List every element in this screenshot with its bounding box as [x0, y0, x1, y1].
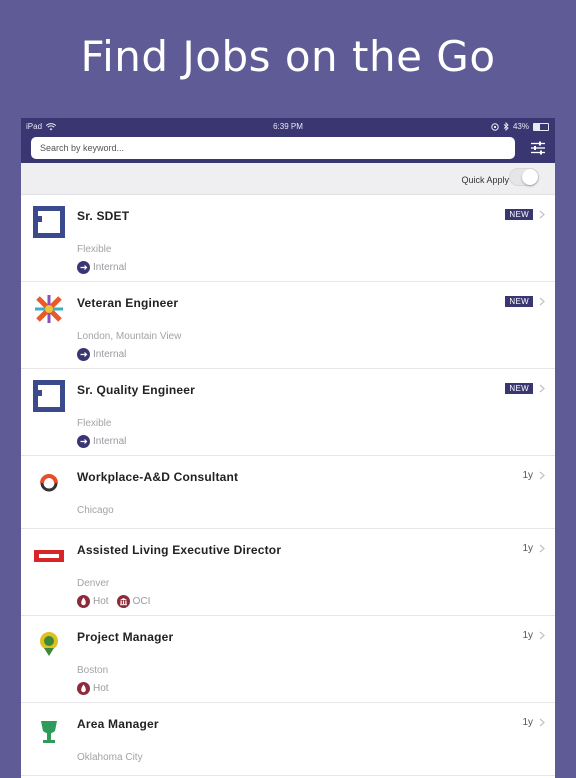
- status-bar: iPad 6:39 PM 43%: [21, 118, 555, 135]
- search-bar: [21, 135, 555, 163]
- job-row[interactable]: Area Manager Oklahoma City 1y: [21, 703, 555, 776]
- internal-icon: [77, 348, 90, 361]
- battery-percent: 43%: [512, 122, 529, 131]
- job-list: Sr. SDET Flexible Internal NEW Veteran E…: [21, 195, 555, 776]
- job-tag: OCI: [116, 595, 151, 608]
- job-row[interactable]: Sr. Quality Engineer Flexible Internal N…: [21, 369, 555, 456]
- flame-icon: [77, 682, 90, 695]
- bluetooth-icon: [503, 122, 509, 131]
- quick-apply-toggle[interactable]: [509, 168, 539, 186]
- job-age: 1y: [522, 717, 533, 728]
- job-tag-label: Internal: [93, 262, 127, 273]
- company-logo: [32, 205, 66, 239]
- job-tag-label: Hot: [93, 683, 109, 694]
- company-logo: [32, 713, 66, 747]
- job-meta: 1y: [522, 717, 545, 728]
- job-tag-label: OCI: [132, 596, 151, 607]
- job-tag-label: Internal: [93, 349, 127, 360]
- company-logo: [32, 379, 66, 413]
- job-tags: Internal: [77, 261, 126, 274]
- job-row[interactable]: Sr. SDET Flexible Internal NEW: [21, 195, 555, 282]
- sliders-icon[interactable]: [530, 141, 546, 155]
- job-tag: Internal: [77, 435, 126, 448]
- job-meta: NEW: [505, 296, 545, 307]
- building-icon: [116, 595, 130, 608]
- company-logo: [32, 539, 66, 573]
- job-tag-label: Hot: [93, 596, 109, 607]
- internal-icon: [77, 435, 90, 448]
- job-title: Sr. Quality Engineer: [77, 383, 196, 397]
- job-age: 1y: [522, 470, 533, 481]
- chevron-right-icon: [539, 297, 545, 306]
- chevron-right-icon: [539, 210, 545, 219]
- app-window: iPad 6:39 PM 43% Search by keyword... Qu…: [21, 118, 555, 778]
- chevron-right-icon: [539, 471, 545, 480]
- job-meta: NEW: [505, 383, 545, 394]
- status-time: 6:39 PM: [273, 122, 303, 131]
- job-location: Oklahoma City: [77, 752, 143, 763]
- company-logo: [32, 626, 66, 660]
- job-title: Assisted Living Executive Director: [77, 543, 282, 557]
- new-badge: NEW: [505, 383, 533, 394]
- job-title: Veteran Engineer: [77, 296, 179, 310]
- job-title: Sr. SDET: [77, 209, 130, 223]
- job-meta: NEW: [505, 209, 545, 220]
- chevron-right-icon: [539, 718, 545, 727]
- battery-icon: [533, 122, 549, 131]
- job-location: Boston: [77, 665, 109, 676]
- job-location: Chicago: [77, 505, 114, 516]
- job-location: London, Mountain View: [77, 331, 182, 342]
- job-row[interactable]: Assisted Living Executive Director Denve…: [21, 529, 555, 616]
- new-badge: NEW: [505, 209, 533, 220]
- internal-icon: [77, 261, 90, 274]
- job-title: Area Manager: [77, 717, 159, 731]
- job-age: 1y: [522, 543, 533, 554]
- quick-apply-label: Quick Apply: [461, 175, 509, 185]
- chevron-right-icon: [539, 544, 545, 553]
- job-title: Workplace-A&D Consultant: [77, 470, 239, 484]
- quick-apply-bar: Quick Apply: [21, 163, 555, 195]
- company-logo: [32, 466, 66, 500]
- job-tag: Hot: [77, 682, 109, 695]
- job-location: Denver: [77, 578, 110, 589]
- job-tag: Hot: [77, 595, 109, 608]
- job-meta: 1y: [522, 630, 545, 641]
- job-age: 1y: [522, 630, 533, 641]
- flame-icon: [77, 595, 90, 608]
- job-meta: 1y: [522, 470, 545, 481]
- job-row[interactable]: Project Manager Boston Hot 1y: [21, 616, 555, 703]
- chevron-right-icon: [539, 384, 545, 393]
- job-title: Project Manager: [77, 630, 174, 644]
- job-tags: Hot: [77, 682, 109, 695]
- hero-title: Find Jobs on the Go: [80, 32, 496, 81]
- new-badge: NEW: [505, 296, 533, 307]
- job-row[interactable]: Veteran Engineer London, Mountain View I…: [21, 282, 555, 369]
- job-tags: Internal: [77, 348, 126, 361]
- company-logo: [32, 292, 66, 326]
- job-row[interactable]: Workplace-A&D Consultant Chicago 1y: [21, 456, 555, 529]
- job-meta: 1y: [522, 543, 545, 554]
- job-tags: Hot OCI: [77, 595, 150, 608]
- job-location: Flexible: [77, 418, 112, 429]
- job-tag-label: Internal: [93, 436, 127, 447]
- job-tag: Internal: [77, 348, 126, 361]
- chevron-right-icon: [539, 631, 545, 640]
- search-input[interactable]: [31, 137, 515, 159]
- job-tag: Internal: [77, 261, 126, 274]
- job-tags: Internal: [77, 435, 126, 448]
- job-location: Flexible: [77, 244, 112, 255]
- orientation-lock-icon: [491, 122, 499, 131]
